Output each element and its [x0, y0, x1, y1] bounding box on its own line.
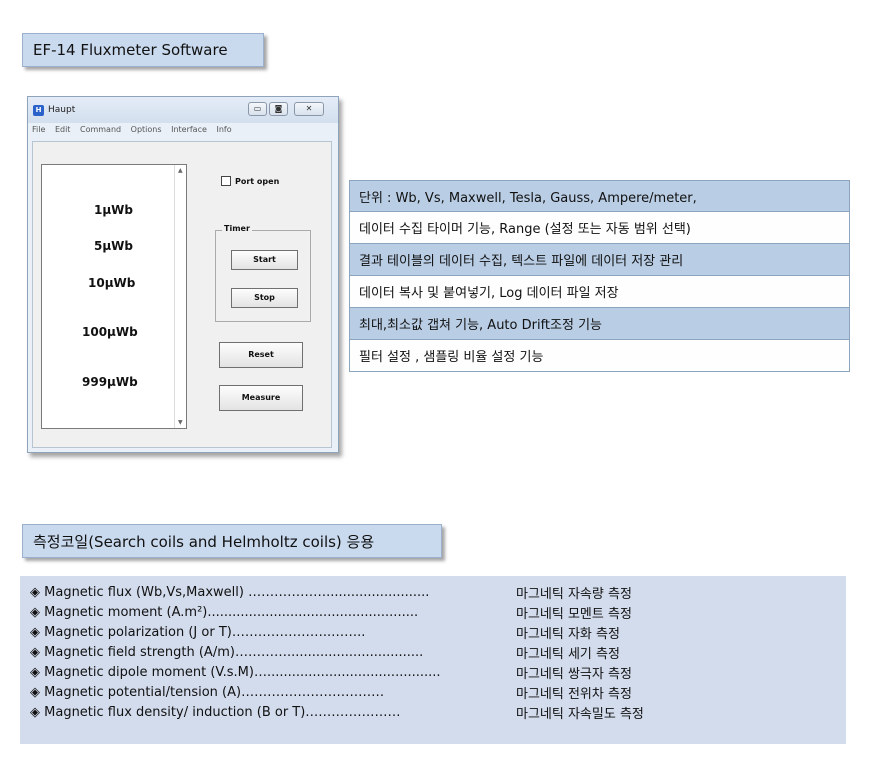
scroll-up-icon[interactable]: ▲: [178, 167, 183, 174]
application-measure: 마그네틱 전위차 측정: [516, 686, 632, 702]
window-titlebar: H Haupt ▭ ◙ ✕: [28, 97, 338, 123]
application-measure: 마그네틱 쌍극자 측정: [516, 666, 632, 682]
list-item: ◈ Magnetic flux (Wb,Vs,Maxwell) ………………..…: [30, 582, 846, 602]
menu-options[interactable]: Options: [131, 125, 162, 134]
scroll-down-icon[interactable]: ▼: [178, 419, 183, 426]
range-item-1uwb[interactable]: 1µWb: [94, 203, 133, 217]
application-measure: 마그네틱 자속밀도 측정: [516, 706, 644, 722]
list-item: ◈ Magnetic moment (A.m²)................…: [30, 602, 846, 622]
timer-group: Timer Start Stop: [215, 224, 311, 322]
range-item-5uwb[interactable]: 5µWb: [94, 239, 133, 253]
range-item-100uwb[interactable]: 100µWb: [82, 325, 138, 339]
features-table: 단위 : Wb, Vs, Maxwell, Tesla, Gauss, Ampe…: [349, 180, 850, 372]
list-scrollbar[interactable]: ▲ ▼: [174, 165, 186, 428]
list-item: ◈ Magnetic field strength (A/m)………….....…: [30, 642, 846, 662]
feature-row: 필터 설정 , 샘플링 비율 설정 기능: [349, 340, 850, 372]
application-name: ◈ Magnetic potential/tension (A)………………………: [30, 684, 385, 700]
haupt-window: H Haupt ▭ ◙ ✕ File Edit Command Options …: [27, 96, 339, 453]
range-item-999uwb[interactable]: 999µWb: [82, 375, 138, 389]
application-measure: 마그네틱 자속량 측정: [516, 586, 632, 602]
list-item: ◈ Magnetic flux density/ induction (B or…: [30, 702, 846, 722]
feature-row: 결과 테이블의 데이터 수집, 텍스트 파일에 데이터 저장 관리: [349, 244, 850, 276]
start-button[interactable]: Start: [231, 250, 298, 270]
menu-edit[interactable]: Edit: [55, 125, 71, 134]
application-name: ◈ Magnetic flux (Wb,Vs,Maxwell) ………………..…: [30, 584, 430, 600]
application-name: ◈ Magnetic moment (A.m²)................…: [30, 604, 419, 620]
application-name: ◈ Magnetic dipole moment (V.s.M)….......…: [30, 664, 441, 680]
application-measure: 마그네틱 자화 측정: [516, 626, 620, 642]
feature-row: 최대,최소값 갭쳐 기능, Auto Drift조정 기능: [349, 308, 850, 340]
reset-button[interactable]: Reset: [219, 342, 303, 368]
checkbox-box[interactable]: [221, 176, 231, 186]
menu-command[interactable]: Command: [80, 125, 121, 134]
window-title: Haupt: [48, 105, 76, 115]
list-item: ◈ Magnetic dipole moment (V.s.M)….......…: [30, 662, 846, 682]
application-measure: 마그네틱 세기 측정: [516, 646, 620, 662]
application-name: ◈ Magnetic field strength (A/m)………….....…: [30, 644, 424, 660]
applications-list: ◈ Magnetic flux (Wb,Vs,Maxwell) ………………..…: [20, 576, 846, 744]
port-open-checkbox[interactable]: Port open: [221, 176, 279, 186]
application-name: ◈ Magnetic polarization (J or T)………………….…: [30, 624, 366, 640]
coil-application-title: 측정코일(Search coils and Helmholtz coils) 응…: [33, 532, 375, 551]
range-listbox[interactable]: 1µWb 5µWb 10µWb 100µWb 999µWb ▲ ▼: [41, 164, 187, 429]
menu-bar: File Edit Command Options Interface Info: [32, 125, 334, 139]
app-logo-icon: H: [33, 105, 44, 116]
menu-file[interactable]: File: [32, 125, 45, 134]
application-measure: 마그네틱 모멘트 측정: [516, 606, 632, 622]
feature-row: 데이터 복사 및 붙여넣기, Log 데이터 파일 저장: [349, 276, 850, 308]
minimize-icon[interactable]: ▭: [248, 102, 267, 116]
feature-row: 단위 : Wb, Vs, Maxwell, Tesla, Gauss, Ampe…: [349, 180, 850, 212]
software-title: EF-14 Fluxmeter Software: [33, 41, 228, 59]
feature-row: 데이터 수집 타이머 기능, Range (설정 또는 자동 범위 선택): [349, 212, 850, 244]
range-item-10uwb[interactable]: 10µWb: [88, 276, 135, 290]
window-client-area: 1µWb 5µWb 10µWb 100µWb 999µWb ▲ ▼ Port o…: [32, 141, 332, 448]
measure-button[interactable]: Measure: [219, 385, 303, 411]
port-open-label: Port open: [235, 176, 280, 186]
maximize-icon[interactable]: ◙: [269, 102, 288, 116]
menu-info[interactable]: Info: [216, 125, 231, 134]
coil-application-title-box: 측정코일(Search coils and Helmholtz coils) 응…: [22, 524, 442, 558]
timer-group-label: Timer: [222, 224, 252, 233]
stop-button[interactable]: Stop: [231, 288, 298, 308]
list-item: ◈ Magnetic polarization (J or T)………………….…: [30, 622, 846, 642]
software-title-box: EF-14 Fluxmeter Software: [22, 33, 264, 67]
menu-interface[interactable]: Interface: [171, 125, 207, 134]
application-name: ◈ Magnetic flux density/ induction (B or…: [30, 704, 401, 720]
close-icon[interactable]: ✕: [294, 102, 324, 116]
list-item: ◈ Magnetic potential/tension (A)………………………: [30, 682, 846, 702]
